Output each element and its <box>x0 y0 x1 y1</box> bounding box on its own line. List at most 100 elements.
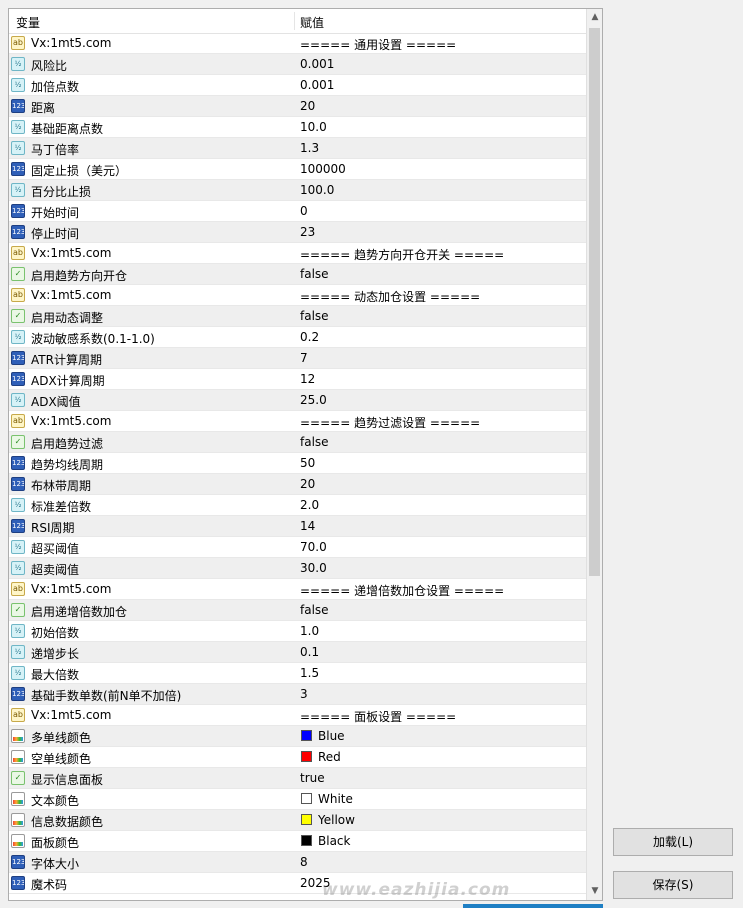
variable-value[interactable]: 0.001 <box>300 78 334 92</box>
table-row[interactable]: 空单线颜色 Red <box>9 747 586 768</box>
table-row[interactable]: ab Vx:1mt5.com ===== 趋势方向开仓开关 ===== <box>9 243 586 264</box>
table-row[interactable]: 123 布林带周期 20 <box>9 474 586 495</box>
variable-name: 空单线颜色 <box>31 752 92 766</box>
table-row[interactable]: ½ 标准差倍数 2.0 <box>9 495 586 516</box>
variable-value[interactable]: false <box>300 603 329 617</box>
table-row[interactable]: ½ 风险比 0.001 <box>9 54 586 75</box>
table-row[interactable]: ½ 递增步长 0.1 <box>9 642 586 663</box>
variable-name: 趋势均线周期 <box>31 458 104 472</box>
variable-name: 距离 <box>31 101 56 115</box>
variable-value[interactable]: 25.0 <box>300 393 327 407</box>
variable-value[interactable]: 0.1 <box>300 645 319 659</box>
variable-value[interactable]: 23 <box>300 225 315 239</box>
table-row[interactable]: ½ 超卖阈值 30.0 <box>9 558 586 579</box>
table-row[interactable]: 123 ATR计算周期 7 <box>9 348 586 369</box>
variable-value[interactable]: 7 <box>300 351 308 365</box>
variable-value[interactable]: 20 <box>300 99 315 113</box>
variable-value[interactable]: Black <box>318 834 350 848</box>
bool-type-icon: ✓ <box>11 435 25 449</box>
scroll-thumb[interactable] <box>589 28 600 576</box>
table-row[interactable]: 123 固定止损（美元） 100000 <box>9 159 586 180</box>
variable-value[interactable]: 0.2 <box>300 330 319 344</box>
variable-value[interactable]: 10.0 <box>300 120 327 134</box>
variable-value[interactable]: Blue <box>318 729 345 743</box>
table-row[interactable]: ½ ADX阈值 25.0 <box>9 390 586 411</box>
variable-value[interactable]: 14 <box>300 519 315 533</box>
table-row[interactable]: ½ 超买阈值 70.0 <box>9 537 586 558</box>
variable-value[interactable]: 1.3 <box>300 141 319 155</box>
table-row[interactable]: ½ 基础距离点数 10.0 <box>9 117 586 138</box>
table-row[interactable]: 多单线颜色 Blue <box>9 726 586 747</box>
variable-value[interactable]: 100000 <box>300 162 346 176</box>
variable-value[interactable]: 100.0 <box>300 183 334 197</box>
variable-value[interactable]: 0 <box>300 204 308 218</box>
variable-value[interactable]: 3 <box>300 687 308 701</box>
table-row[interactable]: ✓ 启用递增倍数加仓 false <box>9 600 586 621</box>
variable-value[interactable]: ===== 面板设置 ===== <box>300 708 456 725</box>
scroll-up-icon[interactable]: ▲ <box>587 9 602 26</box>
variable-value[interactable]: 70.0 <box>300 540 327 554</box>
variable-value[interactable]: false <box>300 435 329 449</box>
save-button[interactable]: 保存(S) <box>613 871 733 899</box>
variable-value[interactable]: false <box>300 267 329 281</box>
variable-value[interactable]: ===== 递增倍数加仓设置 ===== <box>300 582 504 599</box>
table-row[interactable]: 信息数据颜色 Yellow <box>9 810 586 831</box>
variable-value[interactable]: 0.001 <box>300 57 334 71</box>
variable-value[interactable]: White <box>318 792 353 806</box>
column-header-variable[interactable]: 变量 <box>16 14 40 31</box>
table-row[interactable]: ab Vx:1mt5.com ===== 动态加仓设置 ===== <box>9 285 586 306</box>
table-row[interactable]: 123 趋势均线周期 50 <box>9 453 586 474</box>
table-row[interactable]: 文本颜色 White <box>9 789 586 810</box>
column-header-value[interactable]: 赋值 <box>300 14 324 31</box>
table-row[interactable]: ½ 加倍点数 0.001 <box>9 75 586 96</box>
color-swatch <box>301 814 312 825</box>
load-button[interactable]: 加载(L) <box>613 828 733 856</box>
table-row[interactable]: ab Vx:1mt5.com ===== 递增倍数加仓设置 ===== <box>9 579 586 600</box>
variable-value[interactable]: 1.0 <box>300 624 319 638</box>
table-row[interactable]: ab Vx:1mt5.com ===== 面板设置 ===== <box>9 705 586 726</box>
table-row[interactable]: ½ 马丁倍率 1.3 <box>9 138 586 159</box>
variable-value[interactable]: true <box>300 771 325 785</box>
variable-value[interactable]: 30.0 <box>300 561 327 575</box>
variable-value[interactable]: 1.5 <box>300 666 319 680</box>
variable-value[interactable]: Yellow <box>318 813 355 827</box>
variable-value[interactable]: 8 <box>300 855 308 869</box>
table-row[interactable]: 123 距离 20 <box>9 96 586 117</box>
variable-name: 风险比 <box>31 59 68 73</box>
table-row[interactable]: 面板颜色 Black <box>9 831 586 852</box>
table-row[interactable]: ✓ 启用趋势过滤 false <box>9 432 586 453</box>
vertical-scrollbar[interactable]: ▲ ▼ <box>586 9 602 900</box>
table-row[interactable]: 123 停止时间 23 <box>9 222 586 243</box>
variable-name: 文本颜色 <box>31 794 80 808</box>
scroll-down-icon[interactable]: ▼ <box>587 883 602 900</box>
table-row[interactable]: ✓ 启用动态调整 false <box>9 306 586 327</box>
string-type-icon: ab <box>11 288 25 302</box>
variable-value[interactable]: ===== 动态加仓设置 ===== <box>300 288 480 305</box>
table-row[interactable]: 123 基础手数单数(前N单不加倍) 3 <box>9 684 586 705</box>
variable-value[interactable]: Red <box>318 750 341 764</box>
table-row[interactable]: ½ 最大倍数 1.5 <box>9 663 586 684</box>
table-row[interactable]: ½ 初始倍数 1.0 <box>9 621 586 642</box>
color-type-icon <box>11 729 25 743</box>
table-row[interactable]: 123 ADX计算周期 12 <box>9 369 586 390</box>
int-type-icon: 123 <box>11 456 25 470</box>
variable-value[interactable]: ===== 趋势过滤设置 ===== <box>300 414 480 431</box>
table-row[interactable]: 123 开始时间 0 <box>9 201 586 222</box>
variable-value[interactable]: false <box>300 309 329 323</box>
inputs-table: 变量 赋值 ab Vx:1mt5.com ===== 通用设置 ===== ½ 风险比 0… <box>8 8 603 901</box>
table-row[interactable]: ab Vx:1mt5.com ===== 趋势过滤设置 ===== <box>9 411 586 432</box>
table-row[interactable]: 123 字体大小 8 <box>9 852 586 873</box>
variable-value[interactable]: ===== 通用设置 ===== <box>300 36 456 53</box>
variable-value[interactable]: ===== 趋势方向开仓开关 ===== <box>300 246 504 263</box>
table-row[interactable]: 123 RSI周期 14 <box>9 516 586 537</box>
double-type-icon: ½ <box>11 666 25 680</box>
variable-value[interactable]: 50 <box>300 456 315 470</box>
variable-value[interactable]: 12 <box>300 372 315 386</box>
variable-value[interactable]: 2.0 <box>300 498 319 512</box>
table-row[interactable]: ✓ 显示信息面板 true <box>9 768 586 789</box>
table-row[interactable]: ½ 百分比止损 100.0 <box>9 180 586 201</box>
table-row[interactable]: ½ 波动敏感系数(0.1-1.0) 0.2 <box>9 327 586 348</box>
table-row[interactable]: ab Vx:1mt5.com ===== 通用设置 ===== <box>9 33 586 54</box>
variable-value[interactable]: 20 <box>300 477 315 491</box>
table-row[interactable]: ✓ 启用趋势方向开仓 false <box>9 264 586 285</box>
